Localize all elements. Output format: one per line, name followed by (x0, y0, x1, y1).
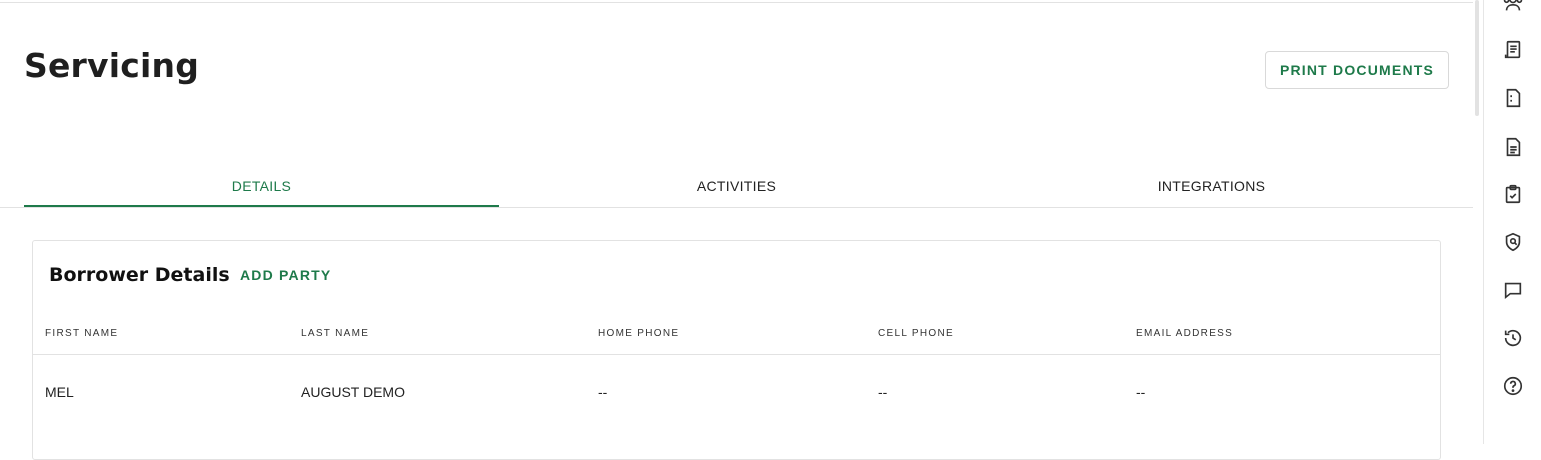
document-lines-icon[interactable] (1502, 136, 1524, 158)
tab-details[interactable]: DETAILS (24, 166, 499, 207)
shield-search-icon[interactable] (1502, 231, 1524, 253)
borrower-details-title: Borrower Details (49, 264, 230, 286)
cell-home-phone: -- (598, 384, 608, 400)
page-title: Servicing (24, 46, 200, 85)
column-header-cell-phone[interactable]: CELL PHONE (878, 328, 954, 339)
column-header-last-name[interactable]: LAST NAME (301, 328, 369, 339)
cell-first-name: MEL (45, 384, 74, 400)
tab-activities[interactable]: ACTIVITIES (499, 166, 974, 207)
column-header-home-phone[interactable]: HOME PHONE (598, 328, 679, 339)
help-icon[interactable] (1502, 375, 1524, 397)
document-dashed-icon[interactable] (1502, 87, 1524, 109)
tab-bar: DETAILS ACTIVITIES INTEGRATIONS (24, 166, 1449, 207)
print-documents-button[interactable]: PRINT DOCUMENTS (1265, 51, 1449, 89)
tab-integrations[interactable]: INTEGRATIONS (974, 166, 1449, 207)
history-icon[interactable] (1502, 327, 1524, 349)
users-icon[interactable] (1502, 0, 1524, 14)
clipboard-check-icon[interactable] (1502, 183, 1524, 205)
right-icon-rail (1483, 0, 1541, 444)
main-content: Servicing PRINT DOCUMENTS DETAILS ACTIVI… (0, 0, 1473, 460)
top-divider (0, 2, 1473, 3)
borrower-details-card: Borrower Details ADD PARTY FIRST NAME LA… (32, 240, 1441, 460)
add-party-button[interactable]: ADD PARTY (240, 267, 331, 283)
scrollbar[interactable] (1475, 0, 1479, 116)
column-header-email-address[interactable]: EMAIL ADDRESS (1136, 328, 1233, 339)
receipt-icon[interactable] (1502, 39, 1524, 61)
table-header-divider (33, 354, 1440, 355)
chat-icon[interactable] (1502, 279, 1524, 301)
tab-bar-divider (0, 207, 1473, 208)
cell-email-address: -- (1136, 384, 1146, 400)
cell-last-name: AUGUST DEMO (301, 384, 405, 400)
cell-cell-phone: -- (878, 384, 888, 400)
column-header-first-name[interactable]: FIRST NAME (45, 328, 118, 339)
